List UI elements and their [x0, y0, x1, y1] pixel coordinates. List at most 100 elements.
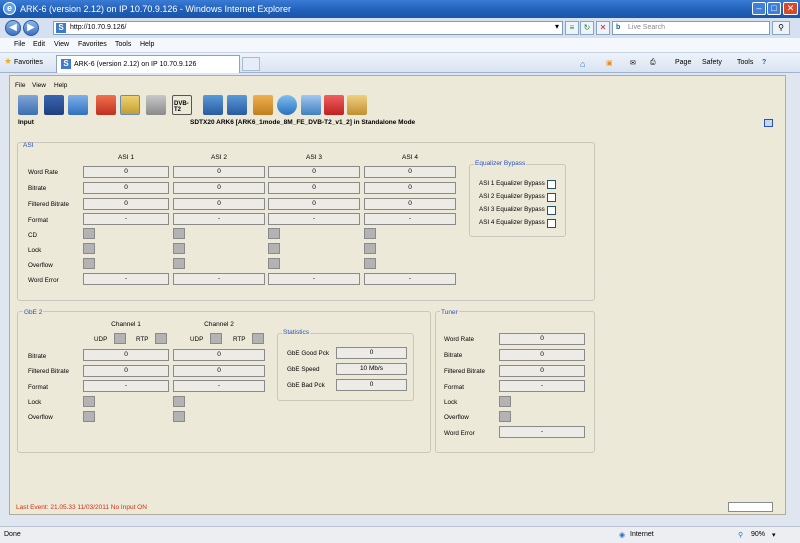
gbe-filtered-bitrate-label: Filtered Bitrate	[28, 368, 69, 375]
gbe-channel-header: Channel 2	[204, 321, 234, 328]
asi1-overflow-led	[83, 258, 95, 269]
signal-icon[interactable]	[203, 95, 223, 115]
asi2-eq-bypass-checkbox[interactable]	[547, 193, 556, 202]
home-icon[interactable]	[96, 95, 116, 115]
asi4-lock-led	[364, 243, 376, 254]
asi4-eq-bypass-checkbox[interactable]	[547, 219, 556, 228]
menu-tools[interactable]: Tools	[115, 41, 131, 48]
new-tab-button[interactable]	[242, 57, 260, 71]
back-button[interactable]: ◀	[5, 20, 21, 36]
close-window-button[interactable]: ✕	[783, 2, 798, 15]
star-icon: ★	[4, 56, 13, 66]
device-icon[interactable]	[146, 95, 166, 115]
favorites-button[interactable]: ★ Favorites	[4, 56, 43, 67]
asi-title: ASI	[23, 142, 34, 149]
asi-col-header: ASI 3	[306, 154, 322, 161]
gbe-overflow-label: Overflow	[28, 414, 53, 421]
tuner-lock-label: Lock	[444, 399, 458, 406]
upload-icon[interactable]	[120, 95, 140, 115]
tuner-filtered-bitrate-label: Filtered Bitrate	[444, 368, 485, 375]
window-titlebar: e ARK-6 (version 2.12) on IP 10.70.9.126…	[0, 0, 800, 18]
address-bar-row: ◀ ▶ S http://10.70.9.126/ ▾ ≡ ↻ ✕ b Live…	[0, 18, 800, 38]
safety-menu[interactable]: Safety	[702, 59, 722, 66]
asi1-eq-bypass-checkbox[interactable]	[547, 180, 556, 189]
forward-button[interactable]: ▶	[23, 20, 39, 36]
delete-icon[interactable]	[324, 95, 344, 115]
page-menu[interactable]: Page	[675, 59, 691, 66]
network-icon[interactable]	[18, 95, 38, 115]
search-placeholder: Live Search	[628, 24, 665, 31]
asi3-overflow-led	[268, 258, 280, 269]
zoom-icon[interactable]: ⚲	[738, 531, 743, 539]
asi4-word-rate: 0	[364, 166, 456, 178]
home-command-icon[interactable]: ⌂	[580, 59, 585, 69]
gbe-bad-pck-label: GbE Bad Pck	[287, 382, 325, 389]
ch1-rtp-label: RTP	[136, 336, 149, 343]
internet-zone-icon: ◉	[619, 532, 626, 539]
device-header: SDTX20 ARK6 [ARK6_1mode_8M_FE_DVB-T2_v1_…	[190, 119, 416, 126]
gbe-bitrate-label: Bitrate	[28, 353, 47, 360]
asi-col-header: ASI 2	[211, 154, 227, 161]
ch1-udp-led	[114, 333, 126, 344]
gbe-lock-label: Lock	[28, 399, 42, 406]
search-input[interactable]: b Live Search	[612, 21, 770, 35]
menu-edit[interactable]: Edit	[33, 41, 45, 48]
progress-box	[728, 502, 773, 512]
edit-icon[interactable]	[347, 95, 367, 115]
asi-overflow-label: Overflow	[28, 262, 53, 269]
signal-alt-icon[interactable]	[227, 95, 247, 115]
print-icon[interactable]: ⎙	[650, 59, 656, 67]
zoom-dropdown-icon[interactable]: ▾	[772, 531, 776, 539]
web-icon[interactable]	[277, 95, 297, 115]
menu-view[interactable]: View	[54, 41, 69, 48]
tuner-format: -	[499, 380, 585, 392]
asi3-eq-bypass-checkbox[interactable]	[547, 206, 556, 215]
address-dropdown-icon[interactable]: ▾	[550, 21, 564, 35]
address-bar[interactable]: S http://10.70.9.126/	[53, 21, 563, 35]
maximize-button[interactable]: □	[767, 2, 781, 15]
menu-file[interactable]: File	[14, 41, 25, 48]
search-button[interactable]: ⚲	[772, 21, 790, 35]
tuner-overflow-led	[499, 411, 511, 422]
browser-menubar: File Edit View Favorites Tools Help	[0, 38, 800, 53]
status-text: Done	[4, 531, 21, 538]
app-menu-help[interactable]: Help	[54, 82, 67, 89]
stop-icon[interactable]: ✕	[596, 21, 610, 35]
gbe-format-label: Format	[28, 384, 48, 391]
ch1-bitrate: 0	[83, 349, 169, 361]
app-menu-view[interactable]: View	[32, 82, 46, 89]
page-icon: S	[56, 23, 66, 33]
asi2-filtered-bitrate: 0	[173, 198, 265, 210]
asi-bitrate-label: Bitrate	[28, 185, 47, 192]
transfer-icon[interactable]	[253, 95, 273, 115]
ch1-lock-led	[83, 396, 95, 407]
dvb-t2-icon[interactable]: DVB-T2	[172, 95, 192, 115]
asi-word-rate-label: Word Rate	[28, 169, 58, 176]
ch1-rtp-led	[155, 333, 167, 344]
refresh-icon[interactable]: ↻	[580, 21, 594, 35]
ch1-overflow-led	[83, 411, 95, 422]
menu-help[interactable]: Help	[140, 41, 154, 48]
app-menu-file[interactable]: File	[15, 82, 25, 89]
asi3-bitrate: 0	[268, 182, 360, 194]
ch2-bitrate: 0	[173, 349, 265, 361]
ie-logo-icon: e	[3, 2, 16, 15]
mail-icon[interactable]: ✉	[630, 59, 636, 67]
compatibility-icon[interactable]: ≡	[565, 21, 579, 35]
gbe-speed-label: GbE Speed	[287, 366, 320, 373]
menu-favorites[interactable]: Favorites	[78, 41, 107, 48]
open-folder-icon[interactable]	[68, 95, 88, 115]
feeds-icon[interactable]: ▣	[606, 59, 613, 67]
zoom-level[interactable]: 90%	[751, 531, 765, 538]
tuner-format-label: Format	[444, 384, 464, 391]
asi1-format: -	[83, 213, 169, 225]
reload-icon[interactable]	[301, 95, 321, 115]
help-icon[interactable]: ?	[762, 59, 766, 66]
minimize-button[interactable]: –	[752, 2, 766, 15]
tab-active[interactable]: S ARK-6 (version 2.12) on IP 10.70.9.126	[56, 55, 240, 73]
save-icon[interactable]	[44, 95, 64, 115]
asi3-lock-led	[268, 243, 280, 254]
tools-menu[interactable]: Tools	[737, 59, 753, 66]
asi3-format: -	[268, 213, 360, 225]
restore-view-icon[interactable]	[764, 119, 773, 127]
